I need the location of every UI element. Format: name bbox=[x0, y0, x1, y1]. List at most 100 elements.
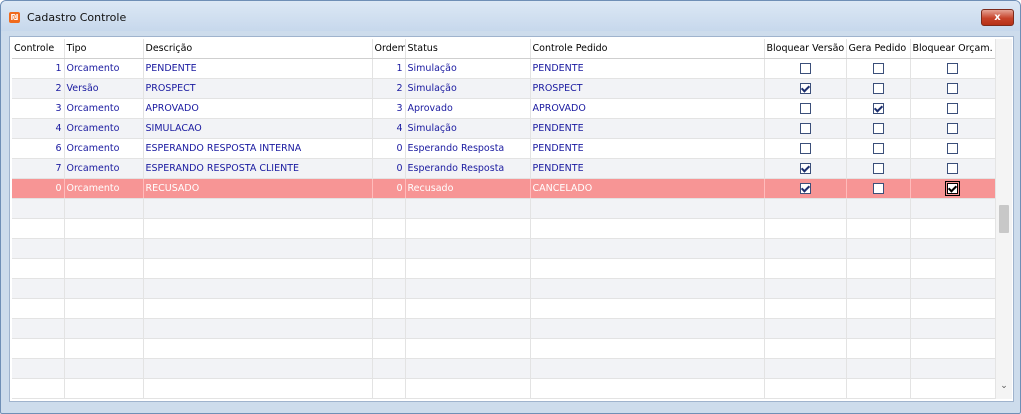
cell-controle[interactable]: 4 bbox=[12, 118, 65, 139]
column-header-bloquear-orcam[interactable]: Bloquear Orçam. bbox=[910, 39, 995, 59]
checkbox-cell bbox=[764, 78, 847, 99]
bloquear-orcam-checkbox[interactable] bbox=[947, 163, 958, 174]
empty-cell bbox=[910, 258, 995, 279]
column-header-bloquear-versao[interactable]: Bloquear Versão bbox=[764, 39, 847, 59]
empty-cell bbox=[372, 218, 406, 239]
gera-pedido-checkbox[interactable] bbox=[872, 123, 884, 134]
empty-cell bbox=[64, 218, 144, 239]
app-logo-icon: ₪ bbox=[9, 12, 20, 23]
cell-controle[interactable]: 3 bbox=[12, 98, 65, 119]
table-row[interactable]: 2 Versão PROSPECT 2 Simulação PROSPECT bbox=[12, 78, 995, 99]
bloquear-orcam-checkbox[interactable] bbox=[947, 83, 958, 94]
cell-controle[interactable]: 0 bbox=[12, 178, 65, 199]
checkbox-cell bbox=[910, 158, 995, 179]
gera-pedido-checkbox[interactable] bbox=[872, 163, 884, 174]
bloquear-versao-checkbox[interactable] bbox=[799, 123, 811, 134]
column-header-controle-pedido[interactable]: Controle Pedido bbox=[530, 39, 765, 59]
empty-cell bbox=[64, 198, 144, 219]
table-row[interactable]: 6 Orcamento ESPERANDO RESPOSTA INTERNA 0 Esp… bbox=[12, 138, 995, 159]
cell-tipo[interactable]: Orcamento bbox=[64, 138, 144, 159]
close-button[interactable]: x bbox=[981, 9, 1014, 26]
gera-pedido-checkbox[interactable] bbox=[872, 83, 884, 94]
cell-ordem[interactable]: 0 bbox=[372, 138, 406, 159]
scrollbar-thumb[interactable] bbox=[999, 205, 1009, 233]
cell-controle-pedido[interactable]: PROSPECT bbox=[530, 78, 765, 99]
empty-cell bbox=[143, 318, 373, 339]
column-header-status[interactable]: Status bbox=[405, 39, 531, 59]
bloquear-orcam-checkbox[interactable] bbox=[947, 123, 958, 134]
cell-descricao[interactable]: RECUSADO bbox=[143, 178, 373, 199]
cell-ordem[interactable]: 2 bbox=[372, 78, 406, 99]
bloquear-orcam-checkbox[interactable] bbox=[945, 181, 960, 196]
cell-ordem[interactable]: 4 bbox=[372, 118, 406, 139]
cell-tipo[interactable]: Orcamento bbox=[64, 98, 144, 119]
cell-status[interactable]: Aprovado bbox=[405, 98, 531, 119]
cell-descricao[interactable]: APROVADO bbox=[143, 98, 373, 119]
column-header-gera-pedido[interactable]: Gera Pedido bbox=[846, 39, 911, 59]
table-row[interactable]: 4 Orcamento SIMULACAO 4 Simulação PENDENTE bbox=[12, 118, 995, 139]
gera-pedido-checkbox[interactable] bbox=[872, 103, 884, 114]
cell-controle-pedido[interactable]: PENDENTE bbox=[530, 118, 765, 139]
cell-tipo[interactable]: Orcamento bbox=[64, 158, 144, 179]
cell-tipo[interactable]: Versão bbox=[64, 78, 144, 99]
cell-controle[interactable]: 6 bbox=[12, 138, 65, 159]
gera-pedido-checkbox[interactable] bbox=[872, 183, 884, 194]
cell-descricao[interactable]: ESPERANDO RESPOSTA INTERNA bbox=[143, 138, 373, 159]
column-header-descricao[interactable]: Descrição bbox=[143, 39, 373, 59]
cell-ordem[interactable]: 0 bbox=[372, 158, 406, 179]
column-header-ordem[interactable]: Ordem bbox=[372, 39, 406, 59]
cell-status[interactable]: Recusado bbox=[405, 178, 531, 199]
empty-cell bbox=[910, 218, 995, 239]
bloquear-versao-checkbox[interactable] bbox=[799, 163, 811, 174]
cell-status[interactable]: Simulação bbox=[405, 58, 531, 79]
bloquear-versao-checkbox[interactable] bbox=[799, 103, 811, 114]
cell-descricao[interactable]: SIMULACAO bbox=[143, 118, 373, 139]
bloquear-orcam-checkbox[interactable] bbox=[947, 63, 958, 74]
cell-tipo[interactable]: Orcamento bbox=[64, 178, 144, 199]
cell-tipo[interactable]: Orcamento bbox=[64, 118, 144, 139]
cell-status[interactable]: Simulação bbox=[405, 78, 531, 99]
cell-status[interactable]: Esperando Resposta bbox=[405, 138, 531, 159]
table-row[interactable]: 3 Orcamento APROVADO 3 Aprovado APROVADO bbox=[12, 98, 995, 119]
empty-cell bbox=[530, 378, 765, 399]
client-area: Controle Tipo Descrição Ordem Status Con… bbox=[9, 36, 1014, 402]
cell-descricao[interactable]: PROSPECT bbox=[143, 78, 373, 99]
cell-tipo[interactable]: Orcamento bbox=[64, 58, 144, 79]
column-header-controle[interactable]: Controle bbox=[12, 39, 65, 59]
table-row[interactable]: 0 Orcamento RECUSADO 0 Recusado CANCELADO bbox=[12, 178, 995, 199]
cell-status[interactable]: Simulação bbox=[405, 118, 531, 139]
cell-controle-pedido[interactable]: PENDENTE bbox=[530, 158, 765, 179]
cell-controle-pedido[interactable]: PENDENTE bbox=[530, 58, 765, 79]
cell-controle-pedido[interactable]: APROVADO bbox=[530, 98, 765, 119]
bloquear-versao-checkbox[interactable] bbox=[799, 63, 811, 74]
cell-controle[interactable]: 2 bbox=[12, 78, 65, 99]
cell-controle[interactable]: 1 bbox=[12, 58, 65, 79]
empty-cell bbox=[846, 298, 911, 319]
column-header-tipo[interactable]: Tipo bbox=[64, 39, 144, 59]
cell-descricao[interactable]: ESPERANDO RESPOSTA CLIENTE bbox=[143, 158, 373, 179]
vertical-scrollbar[interactable]: ⌄ bbox=[995, 39, 1012, 399]
gera-pedido-checkbox[interactable] bbox=[872, 63, 884, 74]
cell-ordem[interactable]: 1 bbox=[372, 58, 406, 79]
bloquear-versao-checkbox[interactable] bbox=[799, 183, 811, 194]
checkbox-cell bbox=[764, 98, 847, 119]
bloquear-versao-checkbox[interactable] bbox=[799, 143, 811, 154]
empty-cell bbox=[12, 238, 65, 259]
bloquear-versao-checkbox[interactable] bbox=[799, 83, 811, 94]
empty-cell bbox=[530, 318, 765, 339]
cell-ordem[interactable]: 0 bbox=[372, 178, 406, 199]
cell-controle-pedido[interactable]: CANCELADO bbox=[530, 178, 765, 199]
table-row[interactable]: 7 Orcamento ESPERANDO RESPOSTA CLIENTE 0 Esp… bbox=[12, 158, 995, 179]
empty-cell bbox=[764, 298, 847, 319]
empty-cell bbox=[764, 358, 847, 379]
cell-controle[interactable]: 7 bbox=[12, 158, 65, 179]
table-row[interactable]: 1 Orcamento PENDENTE 1 Simulação PENDENTE bbox=[12, 58, 995, 79]
gera-pedido-checkbox[interactable] bbox=[872, 143, 884, 154]
cell-ordem[interactable]: 3 bbox=[372, 98, 406, 119]
cell-descricao[interactable]: PENDENTE bbox=[143, 58, 373, 79]
bloquear-orcam-checkbox[interactable] bbox=[947, 143, 958, 154]
chevron-down-icon[interactable]: ⌄ bbox=[999, 380, 1009, 392]
cell-status[interactable]: Esperando Resposta bbox=[405, 158, 531, 179]
cell-controle-pedido[interactable]: PENDENTE bbox=[530, 138, 765, 159]
bloquear-orcam-checkbox[interactable] bbox=[947, 103, 958, 114]
